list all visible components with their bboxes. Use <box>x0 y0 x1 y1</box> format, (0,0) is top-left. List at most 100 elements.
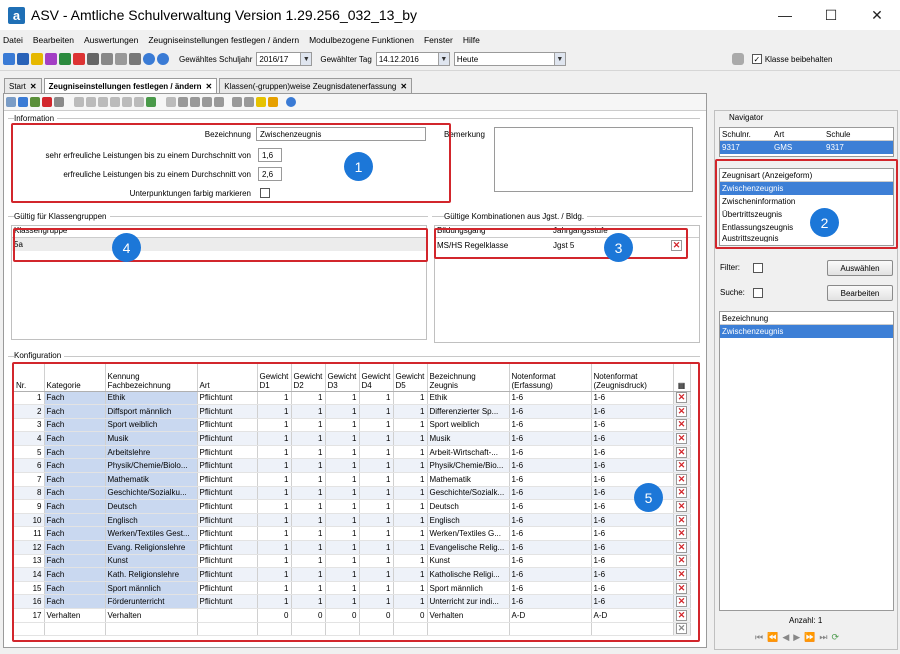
menu-zeugniseinstellungen[interactable]: Zeugniseinstellungen festlegen / ändern <box>148 35 299 45</box>
menu-auswertungen[interactable]: Auswertungen <box>84 35 138 45</box>
close-icon[interactable]: ✕ <box>400 82 407 91</box>
app-logo-icon: a <box>8 6 25 24</box>
auswaehlen-button[interactable]: Auswählen <box>827 260 893 276</box>
lightning-icon[interactable] <box>129 53 141 65</box>
menu-datei[interactable]: Datei <box>3 35 23 45</box>
chevron-down-icon[interactable]: ▼ <box>300 53 312 65</box>
help-icon[interactable] <box>286 97 296 107</box>
delete-icon[interactable] <box>42 97 52 107</box>
document-icon[interactable] <box>115 53 127 65</box>
broom-icon[interactable] <box>268 97 278 107</box>
message-icon[interactable] <box>45 53 57 65</box>
first-icon[interactable]: ⏮ <box>755 632 763 643</box>
export-icon[interactable] <box>54 97 64 107</box>
list-icon[interactable] <box>17 53 29 65</box>
last-icon[interactable]: ⏭ <box>819 632 827 643</box>
maximize-icon[interactable]: ☐ <box>808 0 854 30</box>
next-page-icon[interactable]: ⏩ <box>804 632 815 643</box>
refresh-icon[interactable]: ⟳ <box>832 632 840 643</box>
bearbeiten-button[interactable]: Bearbeiten <box>827 285 893 301</box>
new-icon[interactable] <box>6 97 16 107</box>
art-header[interactable]: Art <box>774 130 826 139</box>
copy-icon[interactable] <box>190 97 200 107</box>
menu-bearbeiten[interactable]: Bearbeiten <box>33 35 74 45</box>
tab-label: Start <box>9 81 26 91</box>
bezeichnung-list-header[interactable]: Bezeichnung <box>720 312 893 325</box>
minus-icon[interactable] <box>166 97 176 107</box>
tab-start[interactable]: Start ✕ <box>4 78 42 93</box>
save-icon[interactable] <box>18 97 28 107</box>
next-icon[interactable] <box>110 97 120 107</box>
chevron-down-icon[interactable]: ▼ <box>553 53 565 65</box>
tab-zeugniseinstellungen[interactable]: Zeugniseinstellungen festlegen / ändern ✕ <box>43 78 218 93</box>
minimize-icon[interactable]: — <box>762 0 808 30</box>
refresh-icon[interactable] <box>146 97 156 107</box>
next-icon[interactable]: ▶ <box>793 632 800 643</box>
information-section-title: Information <box>14 114 58 123</box>
next-page-icon[interactable] <box>122 97 132 107</box>
tag-label: Gewählter Tag <box>320 54 372 64</box>
prev-page-icon[interactable]: ⏪ <box>767 632 778 643</box>
close-icon[interactable]: ✕ <box>30 82 37 91</box>
filter-label: Filter: <box>720 263 740 272</box>
print-icon[interactable] <box>87 53 99 65</box>
prev-page-icon[interactable] <box>86 97 96 107</box>
konfiguration-section-title: Konfiguration <box>14 351 65 360</box>
heute-select[interactable]: Heute ▼ <box>453 52 566 66</box>
paste-icon[interactable] <box>202 97 212 107</box>
badge-3: 3 <box>604 233 633 262</box>
klasse-beibehalten-checkbox[interactable]: ✓ <box>751 54 762 64</box>
undo-icon[interactable] <box>30 97 40 107</box>
cut-icon[interactable] <box>178 97 188 107</box>
schule-header[interactable]: Schule <box>826 130 876 139</box>
help-icon[interactable] <box>143 53 155 65</box>
filter-checkbox[interactable] <box>753 263 763 273</box>
highlight-box-4 <box>13 228 428 262</box>
highlight-box-5 <box>12 362 700 642</box>
menu-bar: Datei Bearbeiten Auswertungen Zeugnisein… <box>0 32 900 47</box>
school-row[interactable]: 9317 GMS 9317 <box>720 141 893 154</box>
window-title: ASV - Amtliche Schulverwaltung Version 1… <box>31 7 418 23</box>
badge-2: 2 <box>810 208 839 237</box>
duplicate-icon[interactable] <box>214 97 224 107</box>
tab-zeugnisdatenerfassung[interactable]: Klassen(-gruppen)weise Zeugnisdatenerfas… <box>219 78 413 93</box>
menu-fenster[interactable]: Fenster <box>424 35 453 45</box>
group2-icon[interactable] <box>244 97 254 107</box>
chevron-down-icon[interactable]: ▼ <box>437 53 449 65</box>
chart-icon[interactable] <box>31 53 43 65</box>
tab-bar: Start ✕ Zeugniseinstellungen festlegen / … <box>4 78 414 93</box>
prev-icon[interactable] <box>98 97 108 107</box>
hand-icon[interactable] <box>731 53 744 65</box>
tab-label: Klassen(-gruppen)weise Zeugnisdatenerfas… <box>224 81 397 91</box>
tag-select[interactable]: 14.12.2016 ▼ <box>375 52 450 66</box>
navigator-panel: Navigator Schulnr. Art Schule 9317 GMS 9… <box>714 110 898 650</box>
schuljahr-select[interactable]: 2016/17 ▼ <box>256 52 313 66</box>
group-icon[interactable] <box>232 97 242 107</box>
bemerkung-field[interactable] <box>494 127 693 192</box>
close-icon[interactable]: ✕ <box>854 0 900 30</box>
bezeichnung-list: Bezeichnung Zwischenzeugnis <box>719 311 894 611</box>
info-icon[interactable] <box>157 53 169 65</box>
badge-4: 4 <box>112 233 141 262</box>
schule-cell: 9317 <box>826 143 844 152</box>
first-icon[interactable] <box>74 97 84 107</box>
copy-icon[interactable] <box>101 53 113 65</box>
editor-toolbar <box>4 94 706 111</box>
title-bar: a ASV - Amtliche Schulverwaltung Version… <box>0 0 900 30</box>
book-icon[interactable] <box>73 53 85 65</box>
badge-1: 1 <box>344 152 373 181</box>
anzahl-label: Anzahl: 1 <box>789 616 823 625</box>
lightbulb-icon[interactable] <box>256 97 266 107</box>
schulnr-header[interactable]: Schulnr. <box>722 130 774 139</box>
prev-icon[interactable]: ◀ <box>782 632 789 643</box>
menu-modulbezogene-funktionen[interactable]: Modulbezogene Funktionen <box>309 35 414 45</box>
last-icon[interactable] <box>134 97 144 107</box>
navigator-title: Navigator <box>729 113 764 122</box>
navigator-paging: ⏮ ⏪ ◀ ▶ ⏩ ⏭ ⟳ <box>755 632 839 643</box>
suche-checkbox[interactable] <box>753 288 763 298</box>
nav-icon[interactable] <box>3 53 15 65</box>
menu-hilfe[interactable]: Hilfe <box>463 35 480 45</box>
close-icon[interactable]: ✕ <box>206 82 213 91</box>
bezeichnung-list-item[interactable]: Zwischenzeugnis <box>720 325 893 338</box>
table-icon[interactable] <box>59 53 71 65</box>
